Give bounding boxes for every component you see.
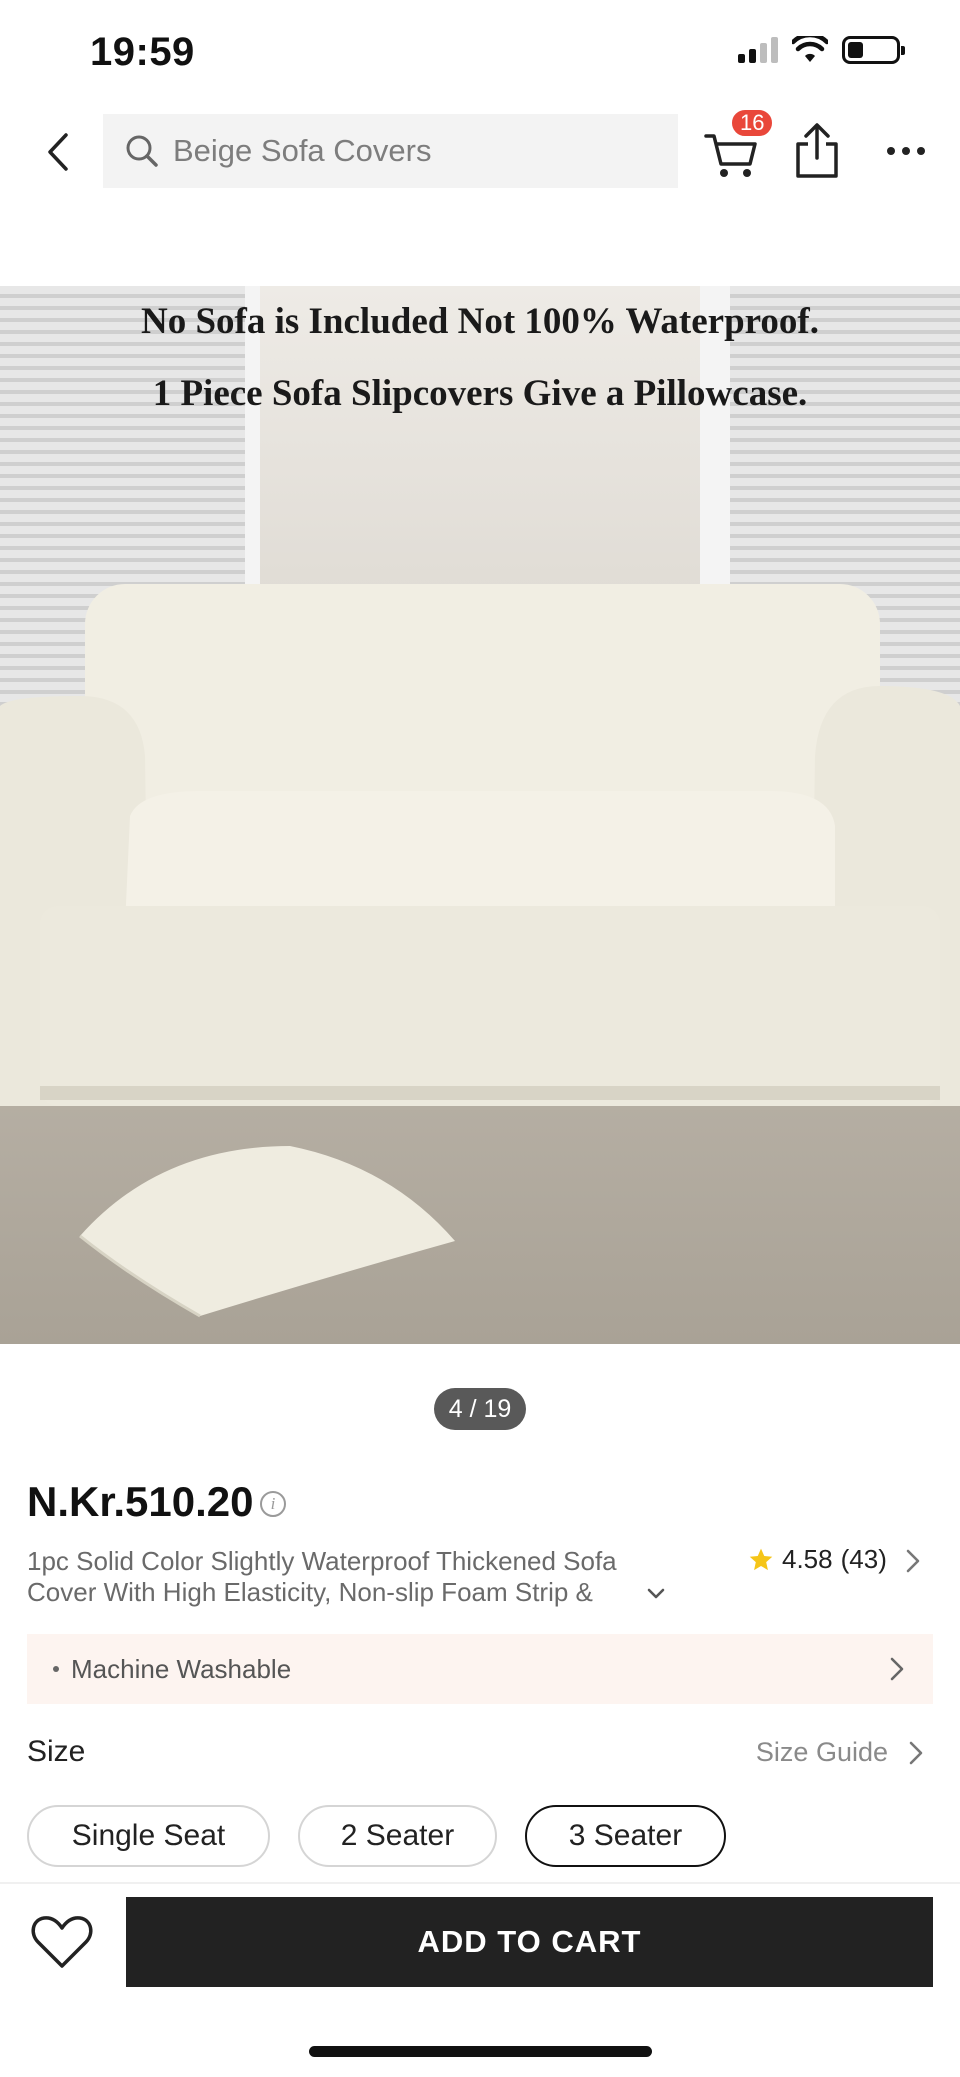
search-icon <box>126 135 158 167</box>
battery-icon <box>842 36 905 64</box>
feature-text: Machine Washable <box>71 1653 292 1684</box>
status-time: 19:59 <box>90 30 195 74</box>
size-option-single-seat[interactable]: Single Seat <box>27 1805 270 1867</box>
product-title[interactable]: 1pc Solid Color Slightly Waterproof Thic… <box>27 1546 687 1608</box>
size-options: Single Seat 2 Seater 3 Seater <box>27 1805 726 1867</box>
rating-summary[interactable]: 4.58 (43) <box>748 1544 887 1575</box>
cellular-signal-icon <box>738 37 778 63</box>
size-option-3-seater[interactable]: 3 Seater <box>525 1805 726 1867</box>
wifi-icon <box>792 36 828 62</box>
chevron-left-icon <box>48 133 68 171</box>
rating-value: 4.58 <box>782 1544 833 1574</box>
review-count: (43) <box>840 1544 887 1574</box>
search-input[interactable]: Beige Sofa Covers <box>103 114 678 188</box>
share-icon <box>796 123 838 178</box>
back-button[interactable] <box>30 124 86 180</box>
add-to-cart-button[interactable]: ADD TO CART <box>126 1897 933 1987</box>
status-bar: 19:59 <box>0 0 960 108</box>
star-icon <box>749 1548 773 1570</box>
bottom-bar-divider <box>0 1882 960 1884</box>
feature-highlight-row[interactable]: Machine Washable <box>27 1634 933 1704</box>
chevron-right-icon <box>890 1657 904 1681</box>
chevron-right-icon <box>909 1741 923 1764</box>
more-icon <box>887 147 895 155</box>
product-price: N.Kr.510.20 <box>27 1478 254 1525</box>
bullet-dot <box>53 1666 59 1672</box>
chevron-right-icon[interactable] <box>902 1546 924 1576</box>
size-label: Size <box>27 1735 86 1768</box>
chevron-down-icon[interactable] <box>644 1582 668 1606</box>
size-option-2-seater[interactable]: 2 Seater <box>298 1805 497 1867</box>
image-page-indicator: 4 / 19 <box>434 1388 526 1430</box>
search-text: Beige Sofa Covers <box>173 133 432 168</box>
nav-bar: Beige Sofa Covers 16 <box>0 108 960 196</box>
image-caption-line2: 1 Piece Sofa Slipcovers Give a Pillowcas… <box>152 373 808 414</box>
info-icon[interactable]: i <box>260 1491 286 1517</box>
cart-count-badge: 16 <box>730 108 775 138</box>
heart-icon <box>31 1916 93 1968</box>
image-caption-line1: No Sofa is Included Not 100% Waterproof. <box>140 301 820 342</box>
size-guide-link[interactable]: Size Guide <box>756 1737 924 1768</box>
more-icon-dot <box>902 147 910 155</box>
home-indicator <box>309 2046 652 2057</box>
product-image-carousel[interactable]: No Sofa is Included Not 100% Waterproof.… <box>0 286 960 1344</box>
more-icon-dot <box>917 147 925 155</box>
size-guide-label: Size Guide <box>755 1737 888 1767</box>
product-photo <box>0 286 960 1344</box>
wishlist-button[interactable] <box>30 1912 94 1972</box>
more-button[interactable] <box>876 128 936 174</box>
status-icons <box>738 36 905 64</box>
share-button[interactable] <box>788 118 846 184</box>
